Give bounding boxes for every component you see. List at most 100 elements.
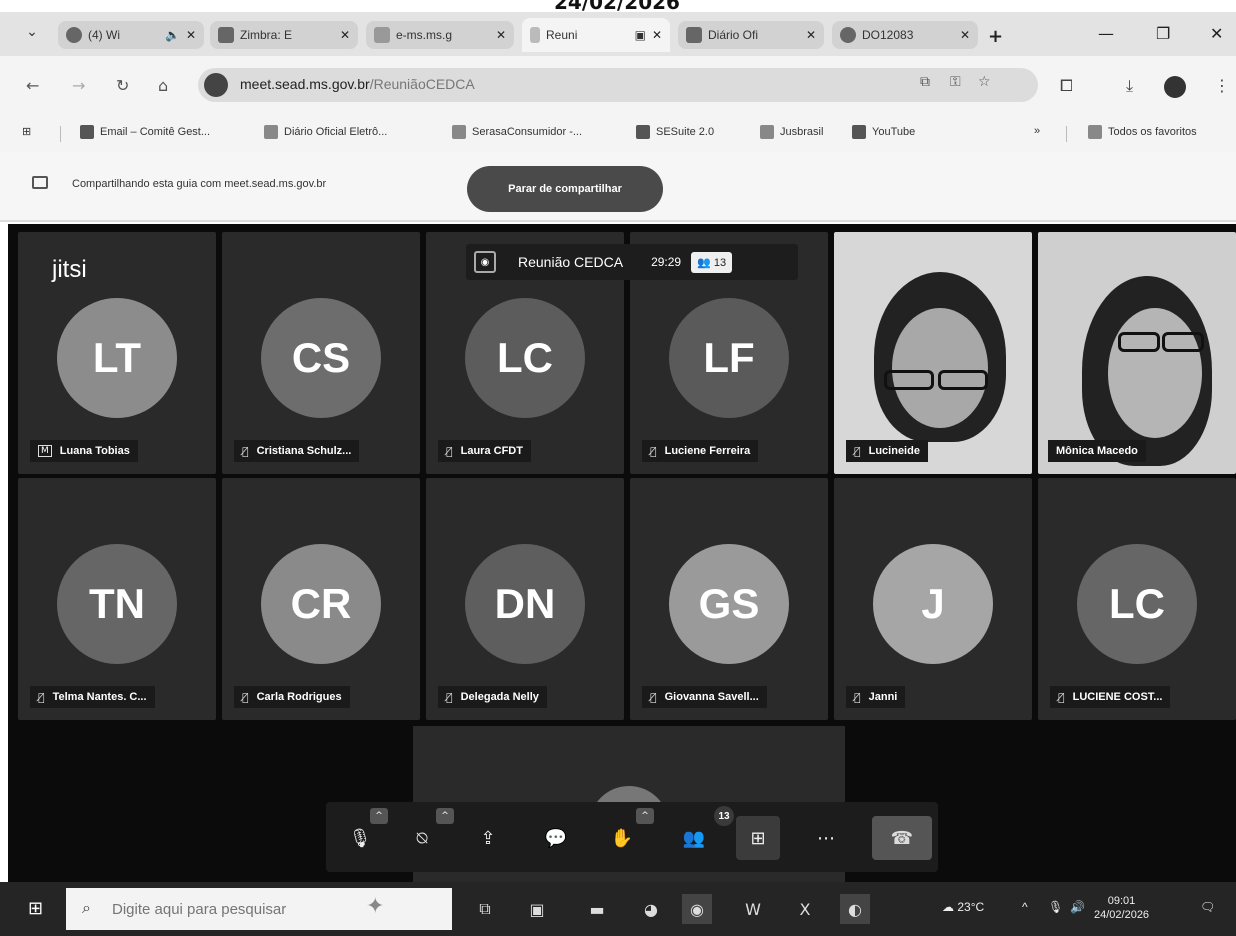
tab-label: DO12083 [862, 28, 914, 42]
search-highlight-icon[interactable]: ✦ [366, 894, 384, 919]
camera-options-chevron-icon[interactable]: ^ [436, 808, 454, 824]
hang-up-button[interactable]: ☎ [872, 816, 932, 860]
close-icon[interactable]: ✕ [496, 28, 506, 42]
bookmark-jusbrasil[interactable]: Jusbrasil [760, 125, 823, 139]
tab-diario[interactable]: Diário Ofi ✕ [678, 21, 824, 49]
file-explorer-icon[interactable]: ▬ [582, 894, 612, 924]
chat-icon[interactable]: 💬 [534, 816, 578, 860]
participant-name-tag: 🎙̸ Telma Nantes. C... [30, 686, 155, 708]
date-header: 24/02/2026 [0, 0, 1236, 12]
store-icon[interactable]: ▣ [522, 894, 552, 924]
back-arrow-icon[interactable]: ← [26, 76, 39, 95]
participant-tile[interactable]: CS 🎙̸ Cristiana Schulz... [222, 232, 420, 474]
restore-icon[interactable]: ❐ [1156, 24, 1170, 43]
mic-muted-icon: 🎙̸ [446, 690, 453, 704]
close-icon[interactable]: ✕ [806, 28, 816, 42]
tile-view-icon[interactable]: ⊞ [736, 816, 780, 860]
bookmark-serasa[interactable]: SerasaConsumidor -... [452, 125, 582, 139]
bookmark-sesuite[interactable]: SESuite 2.0 [636, 125, 714, 139]
tab-zimbra[interactable]: Zimbra: E ✕ [210, 21, 358, 49]
profile-avatar[interactable] [1164, 76, 1186, 98]
participant-tile[interactable]: DN 🎙̸ Delegada Nelly [426, 478, 624, 720]
url-text[interactable]: meet.sead.ms.gov.br/ReuniãoCEDCA [240, 76, 475, 92]
participant-tile[interactable]: GS 🎙̸ Giovanna Savell... [630, 478, 828, 720]
firefox-icon[interactable]: ◐ [840, 894, 870, 924]
bookmark-label: SerasaConsumidor -... [472, 126, 583, 138]
share-screen-icon[interactable]: ⇪ [466, 816, 510, 860]
glasses-shape [1118, 332, 1160, 352]
stop-sharing-button[interactable]: Parar de compartilhar [467, 166, 663, 212]
participant-name-tag: 🎙̸ Lucineide [846, 440, 928, 462]
bookmark-label: Diário Oficial Eletrô... [284, 126, 388, 138]
newspaper-icon [686, 27, 702, 43]
task-view-icon[interactable]: ⧉ [470, 894, 500, 924]
windows-start-icon[interactable]: ⊞ [28, 898, 43, 919]
search-icon: ⌕ [82, 898, 91, 917]
mic-options-chevron-icon[interactable]: ^ [370, 808, 388, 824]
microphone-tray-icon[interactable]: 🎙 [1048, 900, 1063, 914]
reactions-chevron-icon[interactable]: ^ [636, 808, 654, 824]
close-icon[interactable]: ✕ [340, 28, 350, 42]
tab-whatsapp[interactable]: (4) Wi 🔈 ✕ [58, 21, 204, 49]
participant-video-tile[interactable]: 🎙̸ Lucineide [834, 232, 1032, 474]
more-menu-icon[interactable]: ⋮ [1214, 76, 1230, 95]
key-icon[interactable]: ⚿ [950, 74, 961, 90]
participant-tile[interactable]: LC 🎙̸ LUCIENE COST... [1038, 478, 1236, 720]
address-bar[interactable]: meet.sead.ms.gov.br/ReuniãoCEDCA ⧉ ⚿ ☆ [198, 68, 1038, 102]
edge-icon[interactable]: ◕ [636, 894, 666, 924]
forward-arrow-icon[interactable]: → [72, 76, 85, 95]
avatar: J [873, 544, 993, 664]
chrome-icon[interactable]: ◉ [682, 894, 712, 924]
bookmark-all-favorites[interactable]: Todos os favoritos [1088, 125, 1197, 139]
participant-tile[interactable]: CR 🎙̸ Carla Rodrigues [222, 478, 420, 720]
taskbar-search[interactable]: ⌕ ✦ [66, 888, 452, 930]
taskbar-clock[interactable]: 09:01 24/02/2026 [1094, 894, 1149, 922]
bookmark-email[interactable]: Email – Comitê Gest... [80, 125, 210, 139]
volume-icon[interactable]: 🔊 [1070, 900, 1085, 914]
recording-icon[interactable]: ◉ [474, 251, 496, 273]
audio-icon[interactable]: 🔈 [165, 28, 180, 42]
tray-chevron-icon[interactable]: ^ [1022, 900, 1028, 914]
participant-tile[interactable]: LT M Luana Tobias [18, 232, 216, 474]
jitsi-icon [530, 27, 540, 43]
excel-icon[interactable]: X [790, 894, 820, 924]
reload-icon[interactable]: ↻ [116, 76, 129, 95]
bookmark-star-icon[interactable]: ☆ [978, 74, 991, 90]
tab-do12083[interactable]: DO12083 ✕ [832, 21, 978, 49]
mic-muted-icon: 🎙̸ [854, 444, 861, 458]
participant-tile[interactable]: J 🎙̸ Janni [834, 478, 1032, 720]
participant-tile[interactable]: TN 🎙̸ Telma Nantes. C... [18, 478, 216, 720]
extensions-icon[interactable]: ⧠ [1060, 76, 1073, 96]
participant-name: Laura CFDT [460, 445, 523, 457]
tab-search-chevron-icon[interactable]: ⌄ [22, 24, 42, 44]
meeting-title: Reunião CEDCA [518, 254, 624, 270]
site-info-icon[interactable] [204, 73, 228, 97]
word-icon[interactable]: W [738, 894, 768, 924]
window-close-icon[interactable]: ✕ [1210, 24, 1223, 43]
participant-name-tag: 🎙̸ Luciene Ferreira [642, 440, 759, 462]
close-icon[interactable]: ✕ [960, 28, 970, 42]
close-icon[interactable]: ✕ [652, 28, 662, 42]
bookmark-diario[interactable]: Diário Oficial Eletrô... [264, 125, 387, 139]
notifications-icon[interactable]: 🗨 [1200, 900, 1215, 914]
tab-reuniao[interactable]: Reuni ▣ ✕ [522, 18, 670, 52]
zimbra-icon [218, 27, 234, 43]
bookmarks-overflow-icon[interactable]: » [1034, 125, 1040, 137]
close-icon[interactable]: ✕ [186, 28, 196, 42]
tab-sharing-bar: Compartilhando esta guia com meet.sead.m… [0, 152, 1236, 222]
search-input[interactable] [112, 896, 372, 922]
bookmark-label: Todos os favoritos [1108, 126, 1197, 138]
home-icon[interactable]: ⌂ [158, 76, 168, 95]
tab-ems[interactable]: e-ms.ms.g ✕ [366, 21, 514, 49]
cast-icon[interactable]: ⧉ [920, 74, 930, 90]
weather-widget[interactable]: ☁ 23°C [942, 900, 984, 914]
bookmark-youtube[interactable]: YouTube [852, 125, 915, 139]
participant-count-badge[interactable]: 👥 13 [691, 251, 733, 273]
participants-icon[interactable]: 👥 [672, 816, 716, 860]
participant-video-tile[interactable]: Mônica Macedo [1038, 232, 1236, 474]
more-actions-icon[interactable]: ⋯ [804, 816, 848, 860]
download-icon[interactable]: ⤓ [1126, 76, 1133, 96]
apps-grid-icon[interactable]: ⊞ [22, 125, 31, 138]
minimize-icon[interactable]: — [1098, 24, 1114, 43]
new-tab-button[interactable]: + [988, 26, 1003, 47]
